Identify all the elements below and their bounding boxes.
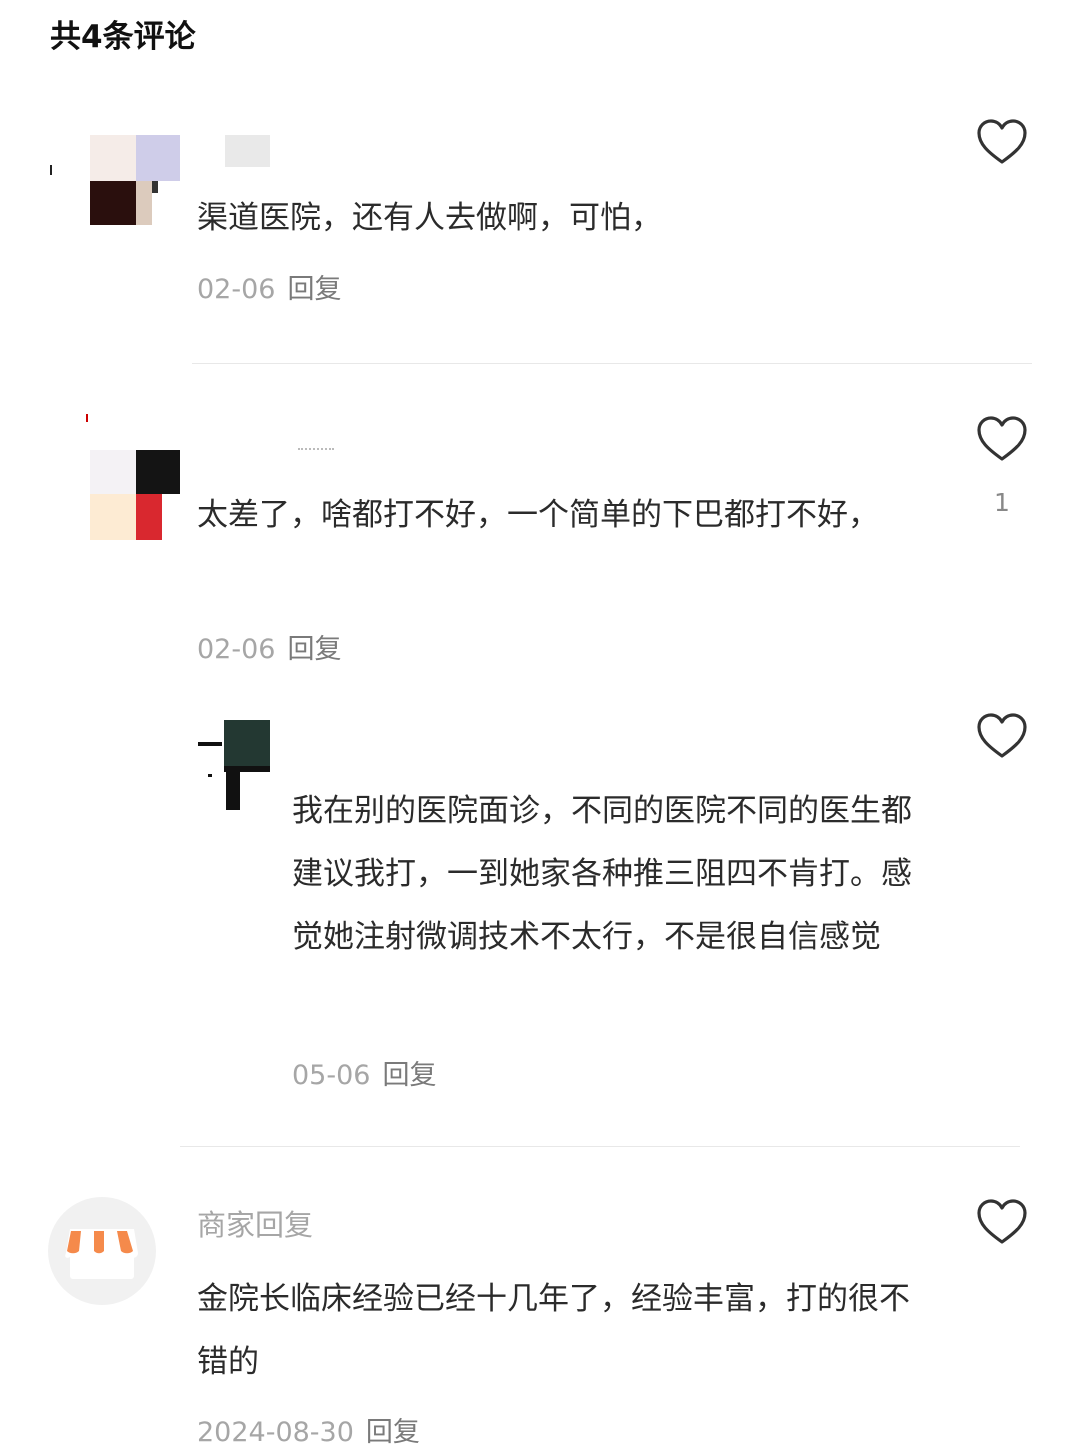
comment-text: 渠道医院，还有人去做啊，可怕， [197,200,662,236]
merchant-avatar[interactable] [48,1197,156,1305]
reply-text: 我在别的医院面诊，不同的医院不同的医生都建议我打，一到她家各种推三阻四不肯打。感… [292,793,912,955]
heart-icon [977,1199,1027,1244]
like-button[interactable] [976,415,1028,463]
comment-meta: 02-06 回复 [197,632,341,668]
heart-icon [977,713,1027,758]
username-placeholder [298,448,334,456]
username-placeholder [225,135,270,167]
storefront-icon [65,1229,138,1279]
reply-button[interactable]: 回复 [287,634,341,665]
reply-button[interactable]: 回复 [382,1060,436,1091]
comments-count-title: 共4条评论 [50,19,196,55]
like-count: 1 [994,488,1010,517]
reply-meta: 05-06 回复 [292,1058,436,1094]
comment-meta: 02-06 回复 [197,272,341,308]
comment-date: 02-06 [197,634,276,665]
reply-date: 05-06 [292,1060,371,1091]
merchant-reply-text: 金院长临床经验已经十几年了，经验丰富，打的很不错的 [197,1281,910,1380]
divider [180,1146,1020,1147]
merchant-reply-meta: 2024-08-30 回复 [197,1415,420,1451]
merchant-reply-date: 2024-08-30 [197,1417,354,1448]
like-button[interactable] [976,118,1028,166]
comment-text: 太差了，啥都打不好，一个简单的下巴都打不好， [197,497,879,533]
divider [192,363,1032,364]
avatar[interactable] [196,718,272,812]
reply-button[interactable]: 回复 [366,1417,420,1448]
comment-date: 02-06 [197,274,276,305]
avatar[interactable] [48,125,183,227]
reply-button[interactable]: 回复 [287,274,341,305]
heart-icon [977,416,1027,461]
heart-icon [977,119,1027,164]
like-button[interactable] [976,1198,1028,1246]
like-button[interactable] [976,712,1028,760]
avatar[interactable] [84,412,184,542]
merchant-name: 商家回复 [197,1208,314,1242]
